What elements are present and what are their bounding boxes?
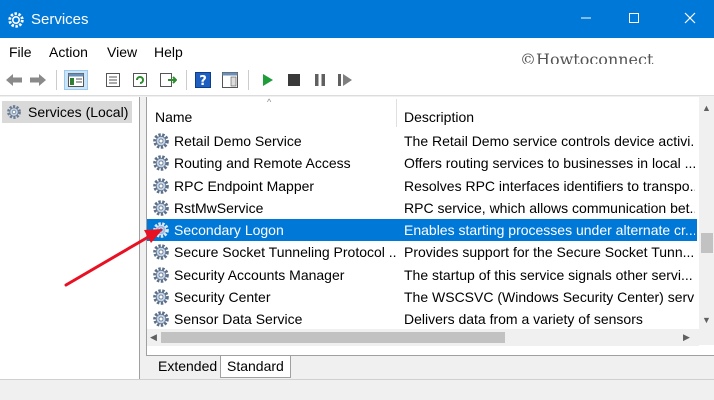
back-icon[interactable] (4, 70, 24, 90)
service-gear-icon (152, 221, 170, 242)
service-name: Secondary Logon (174, 222, 284, 239)
service-description: Resolves RPC interfaces identifiers to t… (404, 177, 695, 194)
refresh-icon[interactable] (130, 70, 150, 90)
service-gear-icon (152, 177, 170, 198)
scroll-right-icon[interactable]: ▶ (683, 332, 690, 343)
service-row[interactable]: Security Center The WSCSVC (Windows Secu… (147, 286, 697, 308)
services-list: ^ Name Description Retail Demo Service T… (146, 97, 714, 379)
forward-icon[interactable] (28, 70, 48, 90)
service-gear-icon (152, 266, 170, 287)
tree-item-services-local[interactable]: Services (Local) (2, 101, 133, 126)
service-name: Security Accounts Manager (174, 266, 345, 283)
scroll-up-icon[interactable]: ▲ (702, 103, 711, 113)
horizontal-scroll-thumb[interactable] (161, 332, 505, 343)
show-hide-console-tree-icon[interactable] (64, 70, 88, 90)
service-gear-icon (152, 288, 170, 309)
restart-service-icon[interactable] (336, 70, 356, 90)
toolbar-separator (56, 70, 57, 90)
service-name: RstMwService (174, 199, 264, 216)
vertical-scrollbar[interactable]: ▲ ▼ (699, 97, 714, 345)
toolbar-separator (186, 70, 187, 90)
close-icon (684, 11, 696, 27)
sort-ascending-icon: ^ (267, 97, 272, 107)
horizontal-scrollbar[interactable]: ◀ ▶ (147, 329, 699, 346)
service-name: Sensor Data Service (174, 311, 303, 328)
services-gear-icon (6, 104, 22, 126)
pause-service-icon[interactable] (310, 70, 330, 90)
service-row[interactable]: RstMwService RPC service, which allows c… (147, 197, 697, 219)
service-row-selected[interactable]: Secondary Logon Enables starting process… (147, 219, 697, 242)
column-header-description[interactable]: Description (404, 109, 474, 125)
service-description: The startup of this service signals othe… (404, 266, 693, 283)
tab-extended[interactable]: Extended (152, 356, 223, 378)
vertical-scroll-thumb[interactable] (701, 233, 713, 253)
service-description: Enables starting processes under alterna… (404, 222, 695, 239)
menu-help[interactable]: Help (154, 44, 183, 60)
service-name: Security Center (174, 289, 271, 306)
close-button[interactable] (666, 0, 714, 38)
scroll-down-icon[interactable]: ▼ (702, 315, 711, 325)
maximize-button[interactable] (610, 0, 658, 38)
svg-text:?: ? (199, 74, 207, 88)
tree-item-label: Services (Local) (28, 104, 129, 120)
service-row[interactable]: Sensor Data Service Delivers data from a… (147, 308, 697, 330)
service-row[interactable]: RPC Endpoint Mapper Resolves RPC interfa… (147, 175, 697, 197)
status-bar (0, 379, 714, 400)
service-name: Routing and Remote Access (174, 155, 351, 172)
export-list-icon[interactable] (158, 70, 178, 90)
menu-view[interactable]: View (107, 44, 137, 60)
service-gear-icon (152, 154, 170, 175)
maximize-icon (628, 11, 640, 27)
service-row[interactable]: Secure Socket Tunneling Protocol ... Pro… (147, 241, 697, 263)
service-gear-icon (152, 243, 170, 264)
service-description: Offers routing services to businesses in… (404, 155, 695, 172)
start-service-icon[interactable] (258, 70, 278, 90)
minimize-icon (580, 11, 592, 27)
properties-icon[interactable] (103, 70, 123, 90)
menu-action[interactable]: Action (49, 44, 88, 60)
menu-file[interactable]: File (9, 44, 32, 60)
column-header-row: ^ Name Description (147, 97, 699, 127)
service-description: RPC service, which allows communication … (404, 199, 695, 216)
service-gear-icon (152, 199, 170, 220)
service-name: Secure Socket Tunneling Protocol ... (174, 244, 396, 261)
toolbar: ? (0, 64, 714, 96)
toolbar-separator (248, 70, 249, 90)
service-description: Provides support for the Secure Socket T… (404, 244, 695, 261)
service-description: The Retail Demo service controls device … (404, 133, 695, 149)
service-name: RPC Endpoint Mapper (174, 177, 315, 194)
service-row[interactable]: Retail Demo Service The Retail Demo serv… (147, 130, 697, 152)
title-bar: Services (0, 0, 714, 38)
services-gear-icon (7, 11, 25, 29)
service-description: The WSCSVC (Windows Security Center) ser… (404, 289, 695, 306)
window-title: Services (31, 11, 89, 28)
service-gear-icon (152, 132, 170, 153)
service-row[interactable]: Security Accounts Manager The startup of… (147, 264, 697, 286)
service-rows: Retail Demo Service The Retail Demo serv… (147, 130, 697, 331)
tab-standard[interactable]: Standard (220, 356, 291, 378)
help-icon[interactable]: ? (193, 70, 213, 90)
minimize-button[interactable] (562, 0, 610, 38)
scroll-left-icon[interactable]: ◀ (150, 332, 157, 343)
service-name: Retail Demo Service (174, 133, 302, 149)
view-tabs: Extended Standard (146, 355, 714, 379)
column-header-name[interactable]: Name (155, 109, 192, 125)
column-divider[interactable] (396, 99, 397, 127)
stop-service-icon[interactable] (284, 70, 304, 90)
show-hide-action-pane-icon[interactable] (220, 70, 240, 90)
service-description: Delivers data from a variety of sensors (404, 311, 643, 328)
console-tree: Services (Local) (0, 97, 140, 379)
service-row[interactable]: Routing and Remote Access Offers routing… (147, 152, 697, 174)
